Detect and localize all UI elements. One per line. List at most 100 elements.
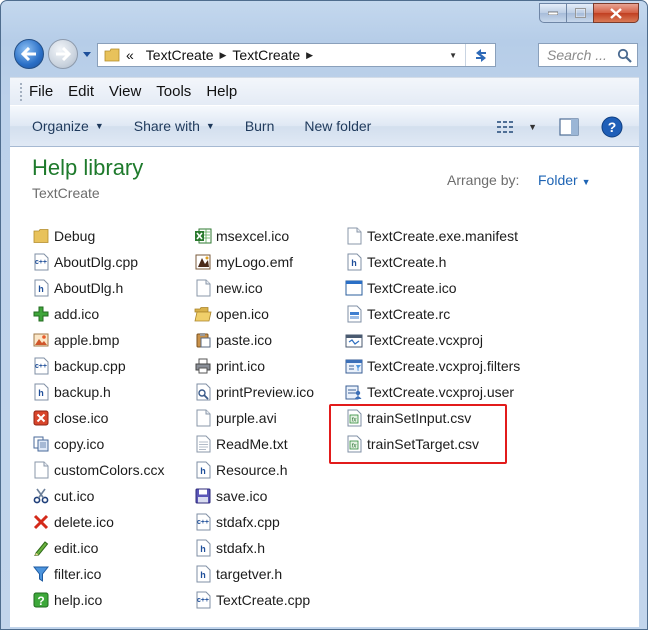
search-box[interactable]: Search ...: [538, 43, 638, 67]
view-controls: ▼ ?: [496, 116, 623, 138]
preview-pane-icon[interactable]: [559, 118, 579, 136]
file-name: print.ico: [216, 358, 266, 374]
arrange-by-value: Folder: [538, 172, 578, 188]
recent-pages-button[interactable]: [82, 49, 92, 59]
menu-file[interactable]: File: [29, 83, 53, 100]
file-item[interactable]: c++ backup.cpp: [32, 353, 164, 379]
file-item[interactable]: c++ stdafx.cpp: [194, 509, 314, 535]
file-name: Debug: [54, 228, 96, 244]
close-icon: [32, 409, 50, 427]
project-filters-icon: [345, 357, 363, 375]
file-item[interactable]: delete.ico: [32, 509, 164, 535]
file-item[interactable]: Debug: [32, 223, 164, 249]
file-item[interactable]: add.ico: [32, 301, 164, 327]
address-bar[interactable]: « TextCreate ▶ TextCreate ▶ ▼: [97, 43, 496, 67]
file-item[interactable]: h Resource.h: [194, 457, 314, 483]
forward-button[interactable]: [48, 39, 78, 69]
file-item[interactable]: TextCreate.rc: [345, 301, 520, 327]
search-icon[interactable]: [617, 48, 632, 63]
h-file-icon: h: [32, 279, 50, 297]
file-name: Resource.h: [216, 462, 288, 478]
file-name: TextCreate.vcxproj.user: [367, 384, 515, 400]
file-item[interactable]: print.ico: [194, 353, 314, 379]
file-column-1: Debug c++ AboutDlg.cpp h AboutDlg.h add.ico ap…: [32, 223, 164, 613]
file-item[interactable]: myLogo.emf: [194, 249, 314, 275]
breadcrumb-separator-icon[interactable]: ▶: [306, 50, 313, 61]
add-icon: [32, 305, 50, 323]
file-item[interactable]: TextCreate.vcxproj: [345, 327, 520, 353]
file-name: open.ico: [216, 306, 269, 322]
breadcrumb-separator-icon[interactable]: ▶: [220, 50, 227, 61]
organize-button[interactable]: Organize ▼: [32, 118, 104, 134]
file-item[interactable]: h stdafx.h: [194, 535, 314, 561]
image-icon: [194, 253, 212, 271]
file-item[interactable]: apple.bmp: [32, 327, 164, 353]
file-item[interactable]: purple.avi: [194, 405, 314, 431]
new-folder-button[interactable]: New folder: [304, 118, 371, 134]
menu-help[interactable]: Help: [206, 83, 237, 100]
file-item[interactable]: copy.ico: [32, 431, 164, 457]
file-item[interactable]: ReadMe.txt: [194, 431, 314, 457]
back-button[interactable]: [14, 39, 44, 69]
file-item[interactable]: TextCreate.exe.manifest: [345, 223, 520, 249]
h-file-icon: h: [194, 539, 212, 557]
file-item[interactable]: printPreview.ico: [194, 379, 314, 405]
file-item[interactable]: TextCreate.vcxproj.user: [345, 379, 520, 405]
maximize-button[interactable]: [566, 3, 593, 23]
menu-tools[interactable]: Tools: [156, 83, 191, 100]
file-item[interactable]: close.ico: [32, 405, 164, 431]
file-item[interactable]: ? help.ico: [32, 587, 164, 613]
file-name: purple.avi: [216, 410, 277, 426]
file-name: cut.ico: [54, 488, 95, 504]
menu-edit[interactable]: Edit: [68, 83, 94, 100]
file-item[interactable]: customColors.ccx: [32, 457, 164, 483]
burn-button[interactable]: Burn: [245, 118, 275, 134]
project-user-icon: [345, 383, 363, 401]
arrange-by-dropdown[interactable]: Folder ▼: [538, 172, 591, 188]
svg-text:h: h: [351, 258, 357, 268]
copy-icon: [32, 435, 50, 453]
svg-text:h: h: [38, 284, 44, 294]
svg-text:c++: c++: [197, 597, 209, 604]
file-item[interactable]: new.ico: [194, 275, 314, 301]
page-subtitle: TextCreate: [32, 185, 100, 201]
file-item[interactable]: save.ico: [194, 483, 314, 509]
file-item[interactable]: filter.ico: [32, 561, 164, 587]
file-name: TextCreate.h: [367, 254, 447, 270]
paste-icon: [194, 331, 212, 349]
file-item[interactable]: paste.ico: [194, 327, 314, 353]
breadcrumb-item[interactable]: TextCreate: [146, 47, 214, 63]
help-icon[interactable]: ?: [601, 116, 623, 138]
view-dropdown-icon[interactable]: ▼: [528, 122, 537, 132]
file-item[interactable]: TextCreate.ico: [345, 275, 520, 301]
file-item[interactable]: h AboutDlg.h: [32, 275, 164, 301]
svg-text:?: ?: [608, 119, 617, 135]
h-file-icon: h: [345, 253, 363, 271]
file-item[interactable]: h TextCreate.h: [345, 249, 520, 275]
file-item[interactable]: h backup.h: [32, 379, 164, 405]
file-name: TextCreate.rc: [367, 306, 451, 322]
address-dropdown-icon[interactable]: ▼: [449, 51, 457, 60]
file-item[interactable]: c++ AboutDlg.cpp: [32, 249, 164, 275]
breadcrumb-item[interactable]: TextCreate: [232, 47, 300, 63]
file-item[interactable]: cut.ico: [32, 483, 164, 509]
file-item[interactable]: open.ico: [194, 301, 314, 327]
close-button[interactable]: [593, 3, 639, 23]
file-item[interactable]: TextCreate.vcxproj.filters: [345, 353, 520, 379]
minimize-button[interactable]: [539, 3, 566, 23]
blank-file-icon: [194, 409, 212, 427]
file-item[interactable]: msexcel.ico: [194, 223, 314, 249]
file-item[interactable]: h targetver.h: [194, 561, 314, 587]
blank-file-icon: [32, 461, 50, 479]
share-with-button[interactable]: Share with ▼: [134, 118, 215, 134]
explorer-window: « TextCreate ▶ TextCreate ▶ ▼ Search ...…: [0, 0, 648, 630]
excel-icon: [194, 227, 212, 245]
view-options-icon[interactable]: [496, 119, 516, 135]
breadcrumb-overflow[interactable]: «: [126, 47, 134, 63]
menu-view[interactable]: View: [109, 83, 141, 100]
svg-text:?: ?: [37, 594, 44, 608]
file-item[interactable]: c++ TextCreate.cpp: [194, 587, 314, 613]
refresh-button[interactable]: [465, 44, 495, 66]
file-name: myLogo.emf: [216, 254, 294, 270]
file-item[interactable]: edit.ico: [32, 535, 164, 561]
